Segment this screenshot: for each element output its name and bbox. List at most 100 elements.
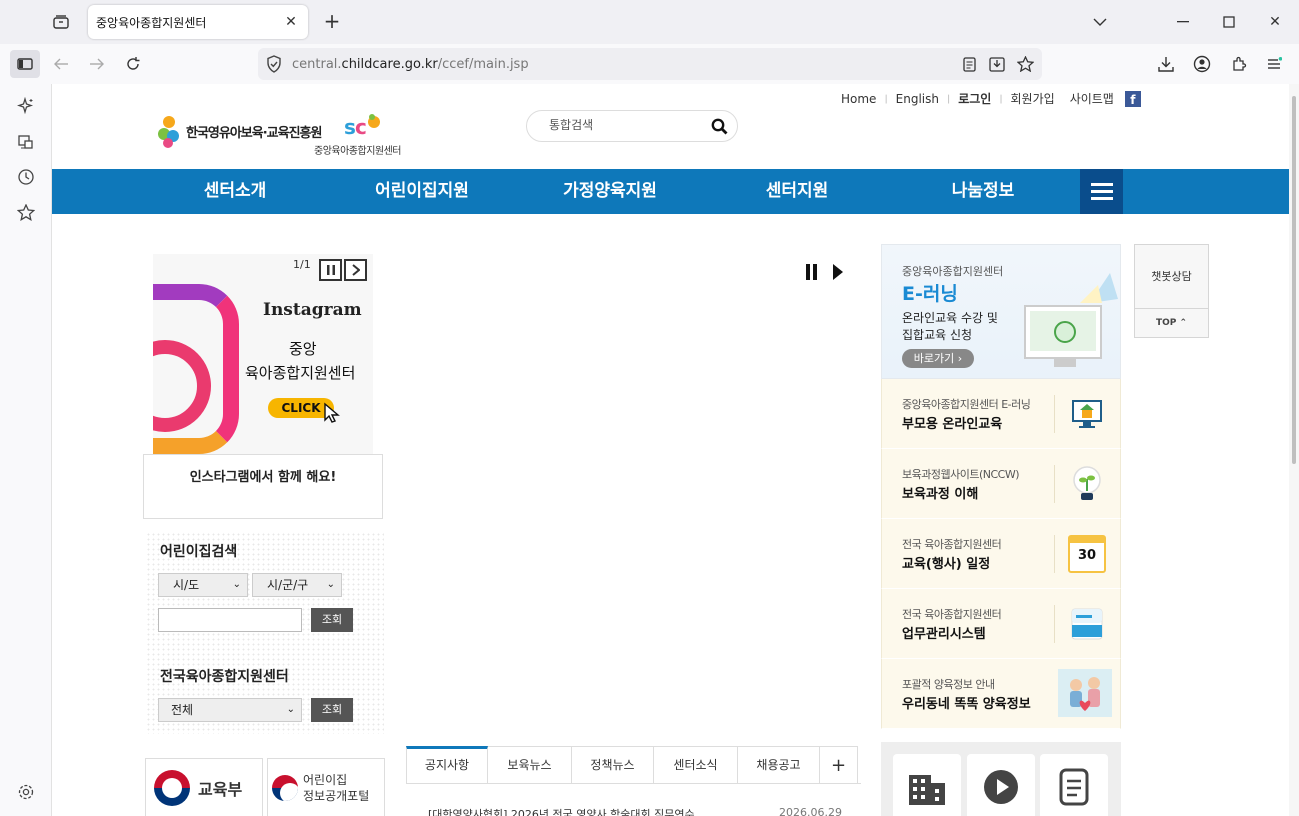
chatbot-button[interactable]: 챗봇상담: [1135, 245, 1208, 309]
kcpi-logo-text: 한국영유아보육·교육진흥원: [186, 125, 322, 141]
tab-childcare-news[interactable]: 보육뉴스: [488, 746, 572, 783]
tab-policy-news[interactable]: 정책뉴스: [572, 746, 654, 783]
slider-play-icon[interactable]: [832, 264, 844, 284]
gnb-item-center-support[interactable]: 센터지원: [732, 169, 862, 214]
shield-icon[interactable]: [266, 55, 282, 77]
daycare-search-button[interactable]: 조회: [311, 608, 353, 632]
tab-overflow-chevron-icon[interactable]: [1086, 8, 1114, 36]
notice-list-item[interactable]: [대한영양사협회] 2026년 전국 영양사 학술대회 직무연수 ... 202…: [428, 806, 842, 816]
address-bar[interactable]: central.childcare.go.kr/ccef/main.jsp: [258, 48, 1042, 80]
slider-pause-icon[interactable]: [806, 264, 818, 284]
close-window-button[interactable]: ✕: [1261, 8, 1289, 36]
main-navigation: 센터소개 어린이집지원 가정양육지원 센터지원 나눔정보: [52, 169, 1289, 214]
instagram-logo-icon: [153, 284, 239, 454]
gnb-item-sharing-info[interactable]: 나눔정보: [918, 169, 1048, 214]
elearning-title: E-러닝: [902, 283, 958, 305]
browser-navbar: central.childcare.go.kr/ccef/main.jsp: [0, 44, 1299, 84]
right-card-parent-elearning[interactable]: 중앙육아종합지원센터 E-러닝 부모용 온라인교육: [881, 379, 1121, 449]
document-list-icon[interactable]: [1040, 754, 1108, 816]
gnb-item-home-parenting[interactable]: 가정양육지원: [540, 169, 680, 214]
tab-notice[interactable]: 공지사항: [406, 746, 488, 783]
building-icon[interactable]: [893, 754, 961, 816]
all-menu-hamburger-icon[interactable]: [1080, 169, 1123, 214]
minimize-button[interactable]: [1169, 8, 1197, 36]
right-card-nccw[interactable]: 보육과정웹사이트(NCCW) 보육과정 이해: [881, 449, 1121, 519]
center-logo-text: 중앙육아종합지원센터: [314, 146, 402, 157]
util-link-english[interactable]: English: [891, 92, 944, 106]
sigungu-select[interactable]: 시/군/구 ⌄: [252, 573, 342, 597]
reload-icon[interactable]: [118, 50, 148, 78]
sido-select[interactable]: 시/도 ⌄: [158, 573, 248, 597]
back-arrow-icon[interactable]: [46, 50, 76, 78]
gnb-item-center-intro[interactable]: 센터소개: [170, 169, 300, 214]
decorative-triangles-icon: [1080, 273, 1118, 303]
gnb-item-daycare-support[interactable]: 어린이집지원: [352, 169, 492, 214]
daycare-search-box: 어린이집검색 시/도 ⌄ 시/군/구 ⌄ 조회 전국육아종합지원센터 전체 ⌄ 조회: [146, 532, 384, 734]
back-to-top-button[interactable]: TOP ⌃: [1135, 309, 1208, 337]
bookmarks-star-icon[interactable]: [14, 200, 38, 224]
util-link-home[interactable]: Home: [836, 92, 881, 106]
video-play-icon[interactable]: [967, 754, 1035, 816]
util-link-sitemap[interactable]: 사이트맵: [1060, 90, 1119, 107]
downloads-icon[interactable]: [1151, 50, 1181, 78]
banner-pause-button[interactable]: [319, 259, 342, 281]
synced-tabs-icon[interactable]: [14, 130, 38, 154]
instagram-banner[interactable]: 1/1 Instagram 중앙 육아종합지원센터 CLICK: [153, 254, 373, 454]
elearning-desc1: 온라인교육 수강 및: [902, 311, 998, 325]
center-search-button[interactable]: 조회: [311, 698, 353, 722]
daycare-info-portal-link[interactable]: 어린이집 정보공개포털: [267, 758, 385, 816]
facebook-icon[interactable]: f: [1124, 90, 1141, 107]
chevron-down-icon: ⌄: [326, 579, 335, 590]
center-search-title: 전국육아종합지원센터: [160, 669, 289, 685]
tab-list-icon[interactable]: [48, 10, 74, 34]
portal-label-line2: 정보공개포털: [303, 789, 370, 803]
forward-arrow-icon[interactable]: [82, 50, 112, 78]
right-card-sub: 보육과정웹사이트(NCCW): [902, 468, 1020, 481]
browser-tab-title: 중앙육아종합지원센터: [96, 15, 207, 30]
search-input[interactable]: [549, 118, 699, 132]
page-scrollbar-thumb[interactable]: [1292, 96, 1296, 464]
center-logo-mark: s c: [344, 114, 380, 139]
banner-line1: 중앙: [289, 340, 317, 358]
banner-next-button[interactable]: [344, 259, 367, 281]
ministry-education-link[interactable]: 교육부: [145, 758, 263, 816]
url-text[interactable]: central.childcare.go.kr/ccef/main.jsp: [292, 57, 529, 72]
history-clock-icon[interactable]: [14, 165, 38, 189]
util-link-join[interactable]: 회원가입: [1006, 90, 1060, 107]
tab-recruitment[interactable]: 채용공고: [738, 746, 820, 783]
notice-title: [대한영양사협회] 2026년 전국 영양사 학술대회 직무연수 ...: [428, 808, 709, 816]
browser-tab-active[interactable]: 중앙육아종합지원센터 ✕: [88, 5, 308, 39]
right-card-work-system[interactable]: 전국 육아종합지원센터 업무관리시스템: [881, 589, 1121, 659]
account-icon[interactable]: [1187, 50, 1217, 78]
daycare-name-input[interactable]: [158, 608, 302, 632]
ai-sparkle-icon[interactable]: [14, 94, 38, 118]
tabs-more-plus-icon[interactable]: +: [820, 746, 858, 783]
taeguk-logo-icon: [154, 770, 190, 806]
cursor-pointer-icon: [324, 402, 340, 423]
app-menu-icon[interactable]: [1259, 50, 1289, 78]
elearning-go-button[interactable]: 바로가기 ›: [902, 349, 974, 368]
center-region-select[interactable]: 전체 ⌄: [158, 698, 302, 722]
maximize-button[interactable]: [1215, 8, 1243, 36]
util-link-login[interactable]: 로그인: [953, 90, 996, 107]
search-icon[interactable]: [711, 118, 728, 139]
news-tabs: 공지사항 보육뉴스 정책뉴스 센터소식 채용공고 +: [406, 746, 861, 784]
browser-sidebar-rail: [0, 84, 51, 816]
elearning-card[interactable]: 중앙육아종합지원센터 E-러닝 온라인교육 수강 및 집합교육 신청 바로가기 …: [881, 244, 1121, 379]
right-card-local-parenting[interactable]: 포괄적 양육정보 안내 우리동네 똑똑 양육정보: [881, 659, 1121, 729]
sidebar-toggle-icon[interactable]: [10, 50, 40, 78]
reader-view-icon[interactable]: [958, 54, 980, 74]
right-card-event-schedule[interactable]: 전국 육아종합지원센터 교육(행사) 일정 30: [881, 519, 1121, 589]
kcpi-logo[interactable]: 한국영유아보육·교육진흥원: [156, 112, 322, 150]
close-tab-icon[interactable]: ✕: [282, 14, 300, 30]
monitor-house-icon: [1072, 400, 1102, 428]
extensions-icon[interactable]: [1224, 50, 1254, 78]
settings-gear-icon[interactable]: [14, 780, 38, 804]
new-tab-button[interactable]: +: [320, 10, 344, 34]
side-quick-menu: 챗봇상담 TOP ⌃: [1134, 244, 1209, 338]
center-logo[interactable]: s c 중앙육아종합지원센터: [314, 112, 414, 157]
bookmark-star-icon[interactable]: [1014, 54, 1036, 74]
calendar-badge: 30: [1077, 548, 1097, 563]
save-page-icon[interactable]: [986, 54, 1008, 74]
tab-center-news[interactable]: 센터소식: [654, 746, 738, 783]
